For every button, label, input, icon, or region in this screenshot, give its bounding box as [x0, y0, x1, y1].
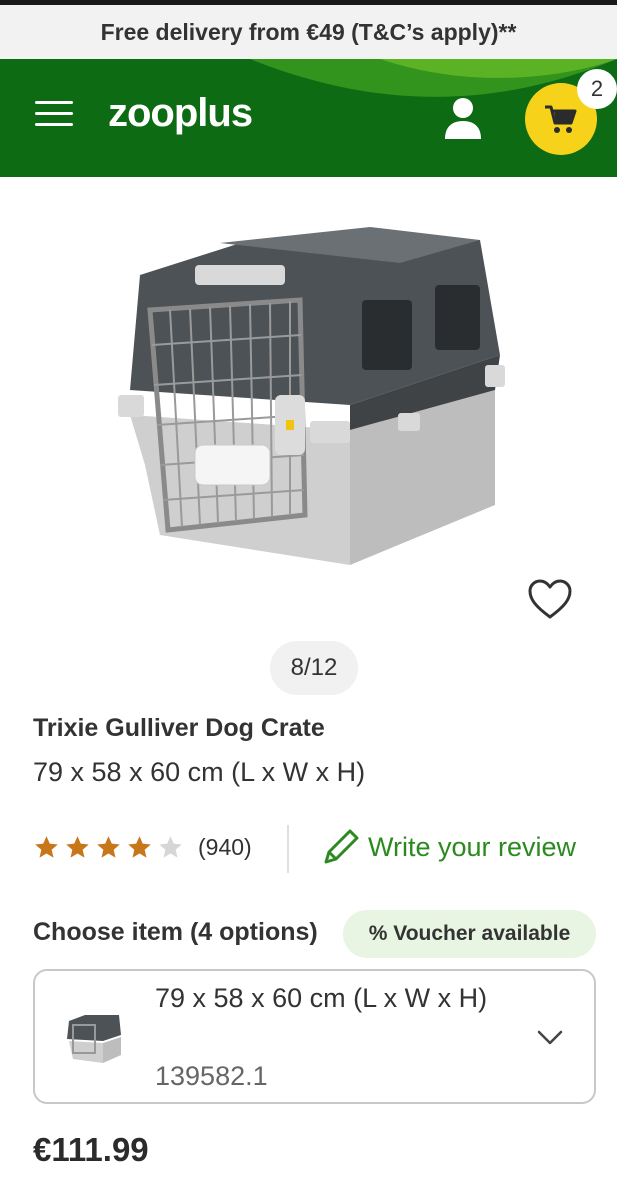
choose-item-label: Choose item (4 options)	[33, 918, 318, 946]
product-title: Trixie Gulliver Dog Crate	[33, 714, 325, 742]
star-icon	[35, 836, 58, 858]
star-icon	[66, 836, 89, 858]
rating-stars[interactable]	[33, 834, 184, 861]
product-subtitle: 79 x 58 x 60 cm (L x W x H)	[33, 757, 366, 787]
promo-banner[interactable]: Free delivery from €49 (T&C’s apply)**	[0, 5, 617, 59]
rating-divider	[287, 825, 289, 873]
variant-select[interactable]: 79 x 58 x 60 cm (L x W x H) 139582.1	[33, 969, 596, 1104]
product-price: €111.99	[33, 1131, 149, 1168]
write-review-link[interactable]: Write your review	[320, 826, 576, 868]
star-icon	[97, 836, 120, 858]
write-review-label: Write your review	[368, 831, 577, 862]
cart-count-badge: 2	[577, 69, 617, 109]
star-icon	[159, 836, 182, 858]
cart-icon	[545, 105, 577, 133]
variant-sku: 139582.1	[155, 1061, 268, 1091]
heart-icon[interactable]	[525, 575, 575, 625]
voucher-badge[interactable]: % Voucher available	[343, 910, 596, 958]
site-header: zooplus 2	[0, 59, 617, 177]
pencil-icon	[324, 829, 359, 864]
star-icon	[128, 836, 151, 858]
zooplus-logo[interactable]: zooplus	[108, 91, 253, 136]
promo-text: Free delivery from €49 (T&C’s apply)**	[100, 18, 517, 45]
gallery-counter: 8/12	[270, 641, 358, 695]
user-icon[interactable]	[440, 95, 486, 141]
variant-size: 79 x 58 x 60 cm (L x W x H)	[155, 983, 488, 1013]
variant-thumbnail	[67, 1015, 121, 1063]
chevron-down-icon	[537, 1030, 563, 1045]
rating-count[interactable]: (940)	[198, 834, 252, 861]
menu-icon[interactable]	[33, 97, 75, 131]
product-image[interactable]	[100, 215, 520, 585]
